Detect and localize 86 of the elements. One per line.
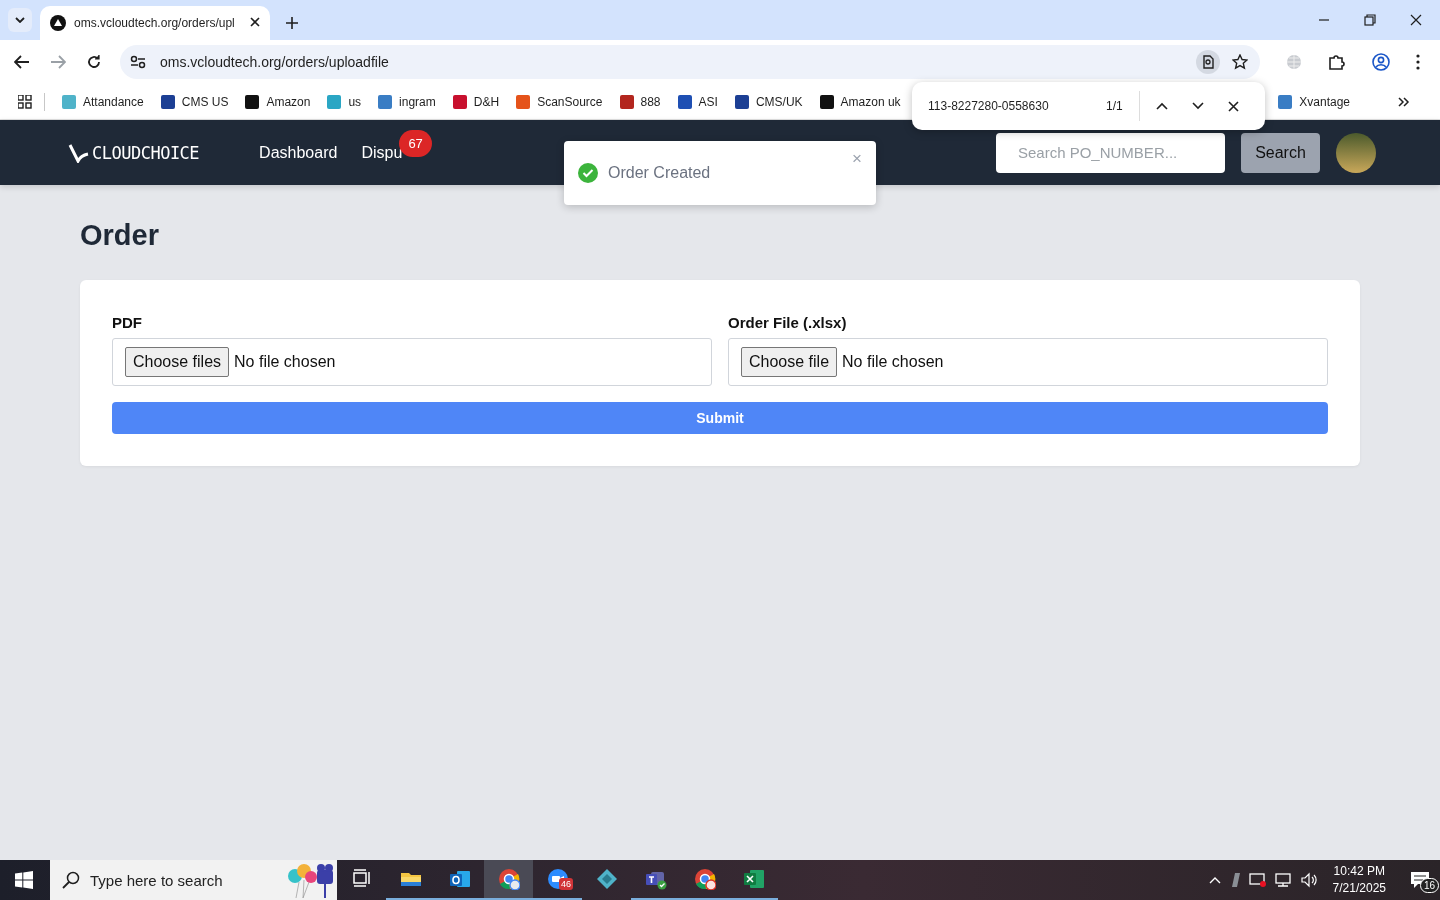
close-icon[interactable] [1227,100,1239,112]
bookmark-link[interactable]: Attandance [53,93,152,110]
star-icon[interactable] [1232,54,1248,70]
bookmark-link[interactable]: ASI [668,93,726,110]
bookmark-link[interactable]: ScanSource [507,93,611,110]
back-icon[interactable] [14,55,30,69]
site-icon [676,93,693,110]
chevron-up-icon[interactable] [1155,102,1168,110]
search-field[interactable]: Search PO_NUMBER... [996,132,1225,173]
forward-icon [50,55,66,69]
address-bar[interactable]: oms.vcloudtech.org/orders/uploadfile [120,45,1260,79]
chevron-down-icon [15,17,25,23]
site-icon [818,93,835,110]
clock-date: 7/21/2025 [1332,880,1386,897]
taskbar-app[interactable] [484,860,533,900]
toast-message: Order Created [608,164,711,182]
windows-start-icon[interactable] [15,871,33,889]
browser-icon [693,868,716,890]
site-icon [377,93,394,110]
site-icon [451,93,468,110]
site-icon [733,93,750,110]
taskbar-app[interactable]: 46 [533,860,582,900]
file-input-field[interactable]: Choose file No file chosen [728,338,1328,386]
bookmark-link[interactable]: Amazon uk [810,93,909,110]
tab-list-button[interactable] [8,8,32,32]
bookmark-link[interactable]: ingram [369,93,444,110]
address-text: oms.vcloudtech.org/orders/uploadfile [160,54,389,70]
site-favicon-icon [50,15,66,31]
close-icon[interactable] [250,17,260,27]
restore-icon[interactable] [1364,14,1376,26]
browser-tab[interactable]: oms.vcloudtech.org/orders/upl [40,6,270,40]
more-chevrons-icon[interactable] [1398,96,1410,107]
site-settings-icon[interactable] [130,55,146,69]
task-view-icon [350,868,373,890]
chevron-down-icon[interactable] [1191,102,1204,110]
file-status-text: No file chosen [842,353,944,371]
site-icon [159,93,176,110]
page-title: Order [80,219,160,252]
field-label: PDF [112,314,143,331]
file-input-field[interactable]: Choose files No file chosen [112,338,712,386]
site-icon [61,93,77,110]
avatar[interactable] [1336,132,1376,173]
taskbar-search-field[interactable]: Type here to search [50,860,337,900]
network-icon[interactable] [1274,872,1293,888]
bookmark-link[interactable]: Xvantage [1269,93,1358,110]
puzzle-icon[interactable] [1328,53,1346,71]
bookmark-link[interactable]: CMS US [151,93,237,110]
bookmark-link[interactable]: D&H [443,93,508,110]
site-icon [618,93,635,110]
site-icon [326,93,343,110]
apps-grid-icon[interactable] [18,94,32,109]
mail-app-icon [448,868,471,890]
profile-icon[interactable] [1372,53,1390,71]
more-icon[interactable] [1416,54,1420,70]
file-status-text: No file chosen [234,353,336,371]
logo-mark-icon [68,142,90,163]
bookmark-link[interactable]: 888 [610,93,669,110]
volume-icon[interactable] [1300,872,1319,888]
tab-title: oms.vcloudtech.org/orders/upl [74,16,236,30]
count-badge: 46 [559,878,573,890]
meeting-icon[interactable] [1248,872,1267,888]
notification-count: 16 [1420,878,1440,893]
match-count: 1/1 [1106,99,1123,113]
diamond-icon [595,868,618,890]
reload-icon[interactable] [86,54,102,70]
choose-file-button[interactable]: Choose files [125,347,230,377]
new-tab-icon[interactable] [286,17,298,29]
search-button[interactable]: Search [1241,132,1320,173]
site-icon [1277,93,1294,110]
site-icon [244,93,261,110]
logo-text: CLOUDCHOICE [92,142,200,163]
browser-icon [497,868,520,890]
spreadsheet-icon [742,868,765,890]
site-icon [515,93,532,110]
close-icon[interactable] [1410,14,1422,26]
find-query-field[interactable]: 113-8227280-0558630 [928,99,1088,113]
check-circle-icon [578,163,598,183]
search-icon [62,871,80,889]
bookmark-link[interactable]: Amazon [236,93,319,110]
choose-file-button[interactable]: Choose file [741,347,838,377]
page-search-icon[interactable] [1196,50,1220,74]
bookmark-link[interactable]: us [318,93,370,110]
nav-link[interactable]: Dashboard [259,143,338,161]
field-label: Order File (.xlsx) [728,314,848,331]
clock-time: 10:42 PM [1333,863,1385,880]
bookmark-link[interactable]: CMS/UK [725,93,811,110]
